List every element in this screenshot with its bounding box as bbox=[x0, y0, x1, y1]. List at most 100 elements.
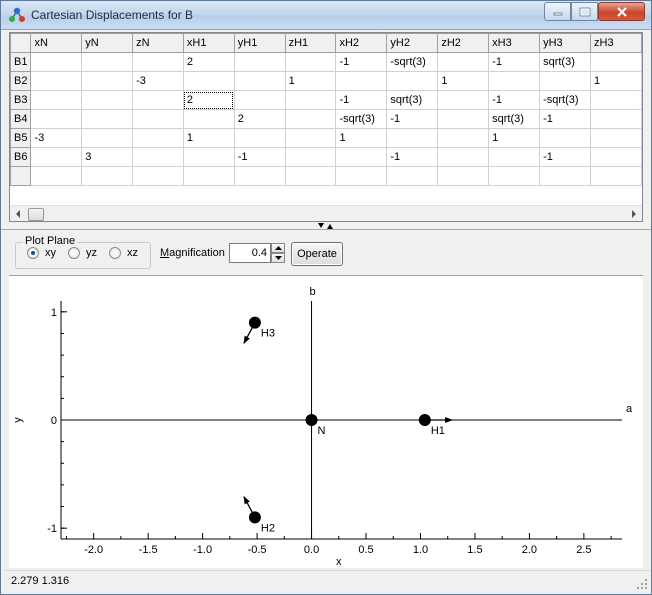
radio-xy-dot[interactable] bbox=[27, 247, 39, 259]
table-cell[interactable] bbox=[30, 52, 83, 72]
table-cell[interactable]: -1 bbox=[539, 147, 592, 167]
table-cell[interactable]: sqrt(3) bbox=[386, 90, 439, 110]
column-header-xH3[interactable]: xH3 bbox=[488, 33, 541, 53]
table-cell[interactable] bbox=[81, 109, 134, 129]
table-cell[interactable]: -1 bbox=[386, 109, 439, 129]
table-cell[interactable]: -1 bbox=[335, 90, 388, 110]
table-cell[interactable]: -1 bbox=[233, 147, 286, 167]
row-header[interactable]: B4 bbox=[10, 109, 32, 129]
row-header[interactable]: B1 bbox=[10, 52, 32, 72]
radio-yz-dot[interactable] bbox=[68, 247, 80, 259]
table-cell[interactable] bbox=[30, 147, 83, 167]
table-cell[interactable] bbox=[386, 128, 439, 148]
table-cell[interactable]: 1 bbox=[590, 71, 642, 91]
resize-grip-icon[interactable] bbox=[634, 576, 648, 590]
table-cell[interactable]: -sqrt(3) bbox=[386, 52, 439, 72]
table-cell[interactable] bbox=[81, 166, 134, 186]
table-cell[interactable] bbox=[488, 166, 541, 186]
spin-down-button[interactable] bbox=[271, 253, 285, 263]
table-cell[interactable] bbox=[284, 128, 337, 148]
table-cell[interactable] bbox=[132, 109, 184, 129]
table-cell[interactable] bbox=[539, 128, 592, 148]
table-cell[interactable]: -sqrt(3) bbox=[335, 109, 388, 129]
table-cell[interactable] bbox=[335, 147, 388, 167]
magnification-spinner[interactable] bbox=[271, 243, 285, 263]
table-cell[interactable]: -sqrt(3) bbox=[539, 90, 592, 110]
column-header-xH2[interactable]: xH2 bbox=[335, 33, 388, 53]
table-cell[interactable] bbox=[590, 147, 642, 167]
table-cell[interactable] bbox=[590, 90, 642, 110]
table-cell[interactable]: sqrt(3) bbox=[488, 109, 541, 129]
table-cell[interactable]: 3 bbox=[81, 147, 134, 167]
displacement-plot[interactable]: -2.0 -1.5 -1.0 -0.5 0.0 0.5 1.0 1.5 2.0 2.5 -1 0 1 b a… bbox=[9, 275, 643, 568]
row-header[interactable]: B6 bbox=[10, 147, 32, 167]
table-cell[interactable] bbox=[30, 90, 83, 110]
grid-corner[interactable] bbox=[10, 33, 32, 53]
table-cell[interactable]: 1 bbox=[335, 128, 388, 148]
table-cell[interactable] bbox=[590, 128, 642, 148]
table-cell[interactable] bbox=[182, 109, 235, 129]
table-cell[interactable] bbox=[30, 71, 83, 91]
table-cell[interactable] bbox=[539, 166, 592, 186]
operate-button[interactable]: Operate bbox=[291, 242, 343, 266]
table-cell[interactable] bbox=[81, 90, 134, 110]
table-cell[interactable] bbox=[182, 71, 235, 91]
row-header[interactable] bbox=[10, 166, 32, 186]
table-cell[interactable] bbox=[132, 147, 184, 167]
radio-xz-dot[interactable] bbox=[109, 247, 121, 259]
table-cell[interactable] bbox=[284, 147, 337, 167]
table-cell[interactable]: -1 bbox=[488, 52, 541, 72]
table-cell[interactable] bbox=[335, 166, 388, 186]
table-cell[interactable] bbox=[590, 109, 642, 129]
table-cell[interactable]: 1 bbox=[182, 128, 235, 148]
table-cell[interactable] bbox=[81, 71, 134, 91]
row-header[interactable]: B2 bbox=[10, 71, 32, 91]
table-cell[interactable] bbox=[233, 71, 286, 91]
table-cell[interactable] bbox=[30, 109, 83, 129]
table-cell[interactable]: 2 bbox=[182, 90, 235, 110]
table-cell[interactable]: 2 bbox=[182, 52, 235, 72]
minimize-button[interactable] bbox=[544, 2, 571, 21]
table-cell[interactable] bbox=[81, 52, 134, 72]
table-cell[interactable] bbox=[284, 166, 337, 186]
table-cell[interactable] bbox=[437, 109, 490, 129]
table-cell[interactable] bbox=[182, 147, 235, 167]
column-header-yH2[interactable]: yH2 bbox=[386, 33, 439, 53]
column-header-zH3[interactable]: zH3 bbox=[590, 33, 642, 53]
row-header[interactable]: B3 bbox=[10, 90, 32, 110]
table-cell[interactable] bbox=[284, 52, 337, 72]
pane-splitter[interactable] bbox=[1, 222, 651, 230]
table-cell[interactable]: sqrt(3) bbox=[539, 52, 592, 72]
table-cell[interactable]: -1 bbox=[488, 90, 541, 110]
maximize-button[interactable] bbox=[571, 2, 598, 21]
table-cell[interactable] bbox=[30, 166, 83, 186]
table-cell[interactable]: -1 bbox=[386, 147, 439, 167]
table-cell[interactable]: 2 bbox=[233, 109, 286, 129]
table-cell[interactable] bbox=[132, 90, 184, 110]
table-cell[interactable] bbox=[590, 52, 642, 72]
table-cell[interactable]: 1 bbox=[437, 71, 490, 91]
table-cell[interactable] bbox=[488, 147, 541, 167]
magnification-input[interactable] bbox=[229, 243, 271, 263]
scroll-left-icon[interactable] bbox=[16, 210, 20, 218]
table-cell[interactable] bbox=[335, 71, 388, 91]
table-cell[interactable] bbox=[132, 166, 184, 186]
radio-xz[interactable]: xz bbox=[109, 247, 138, 259]
column-header-xH1[interactable]: xH1 bbox=[182, 33, 235, 53]
table-cell[interactable] bbox=[233, 52, 286, 72]
spin-up-button[interactable] bbox=[271, 243, 285, 253]
column-header-yH3[interactable]: yH3 bbox=[539, 33, 592, 53]
table-cell[interactable] bbox=[81, 128, 134, 148]
table-cell[interactable]: 1 bbox=[488, 128, 541, 148]
table-cell[interactable] bbox=[132, 128, 184, 148]
table-cell[interactable] bbox=[182, 166, 235, 186]
table-cell[interactable] bbox=[284, 109, 337, 129]
column-header-zH2[interactable]: zH2 bbox=[437, 33, 490, 53]
table-cell[interactable] bbox=[437, 52, 490, 72]
table-cell[interactable] bbox=[488, 71, 541, 91]
scroll-thumb[interactable] bbox=[28, 208, 44, 221]
table-cell[interactable] bbox=[437, 128, 490, 148]
table-cell[interactable] bbox=[437, 166, 490, 186]
table-cell[interactable]: 1 bbox=[284, 71, 337, 91]
table-cell[interactable]: -3 bbox=[132, 71, 184, 91]
